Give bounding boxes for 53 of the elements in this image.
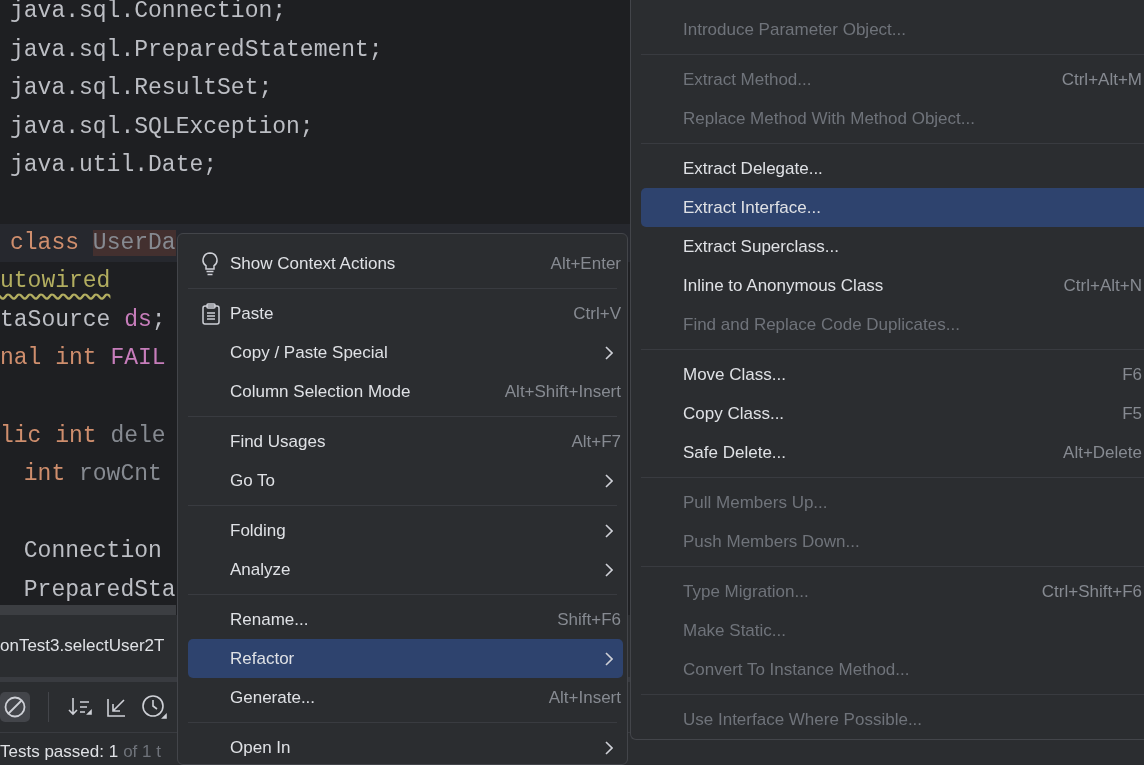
test-count: of 1 t <box>123 742 161 762</box>
menu-item[interactable]: Folding <box>188 511 623 550</box>
menu-item[interactable]: Extract Delegate... <box>641 149 1144 188</box>
test-status: Tests passed: 1 <box>0 742 119 762</box>
code-line: PreparedSta <box>22 575 176 605</box>
menu-item[interactable]: Analyze <box>188 550 623 589</box>
run-tab-title[interactable]: onTest3.selectUser2T <box>0 636 165 656</box>
menu-item[interactable]: Safe Delete... Alt+Delete <box>641 433 1144 472</box>
shortcut-label: Alt+Insert <box>548 687 621 708</box>
menu-item[interactable]: Column Selection Mode Alt+Shift+Insert <box>188 372 623 411</box>
code-line: taSource ds; <box>0 305 166 335</box>
shortcut-label: F6 <box>1122 364 1142 385</box>
menu-item[interactable]: Extract Superclass... <box>641 227 1144 266</box>
code-line: lic int dele <box>0 421 166 451</box>
lightbulb-icon <box>202 251 218 276</box>
shortcut-label: Alt+F7 <box>571 431 621 452</box>
code-line: Connection <box>22 537 162 567</box>
menu-item[interactable]: Copy / Paste Special <box>188 333 623 372</box>
clock-icon[interactable] <box>141 694 167 720</box>
code-line: java.sql.Connection; <box>10 0 287 26</box>
menu-item[interactable]: Generate... Alt+Insert <box>188 678 623 717</box>
shortcut-label: Alt+Enter <box>550 253 621 274</box>
toggle-button[interactable] <box>0 692 30 722</box>
shortcut-label: Alt+Shift+Insert <box>504 381 621 402</box>
shortcut-label: Ctrl+Shift+F6 <box>1041 581 1142 602</box>
code-line: int rowCnt <box>22 460 162 490</box>
prohibited-icon <box>3 695 27 719</box>
menu-item[interactable]: Open In <box>188 728 623 764</box>
shortcut-label: Shift+F6 <box>557 609 621 630</box>
code-line: utowired <box>0 267 111 297</box>
menu-item[interactable]: Copy Class... F5 <box>641 394 1144 433</box>
menu-item[interactable]: Inline to Anonymous Class Ctrl+Alt+N <box>641 266 1144 305</box>
menu-item[interactable]: Go To <box>188 461 623 500</box>
code-line: nal int FAIL <box>0 344 166 374</box>
scrollbar[interactable] <box>0 605 176 615</box>
menu-item[interactable]: Paste Ctrl+V <box>188 294 623 333</box>
menu-item[interactable]: Refactor <box>188 639 623 678</box>
shortcut-label: Ctrl+Alt+N <box>1063 275 1142 296</box>
menu-item[interactable]: Move Class... F6 <box>641 355 1144 394</box>
menu-item[interactable]: Find Usages Alt+F7 <box>188 422 623 461</box>
clipboard-icon <box>202 302 220 325</box>
shortcut-label: F5 <box>1122 403 1142 424</box>
code-line: java.util.Date; <box>10 151 218 181</box>
shortcut-label: Ctrl+V <box>573 303 621 324</box>
code-line: class UserDa <box>10 228 176 258</box>
menu-item[interactable]: Show Context Actions Alt+Enter <box>188 244 623 283</box>
code-line: java.sql.ResultSet; <box>10 74 273 104</box>
code-line: java.sql.PreparedStatement; <box>10 35 383 65</box>
menu-item[interactable]: Extract Interface... <box>641 188 1144 227</box>
shortcut-label: Alt+Delete <box>1063 442 1142 463</box>
shortcut-label: Ctrl+Alt+M <box>1061 69 1142 90</box>
code-line: java.sql.SQLException; <box>10 112 314 142</box>
menu-item[interactable]: Rename... Shift+F6 <box>188 600 623 639</box>
